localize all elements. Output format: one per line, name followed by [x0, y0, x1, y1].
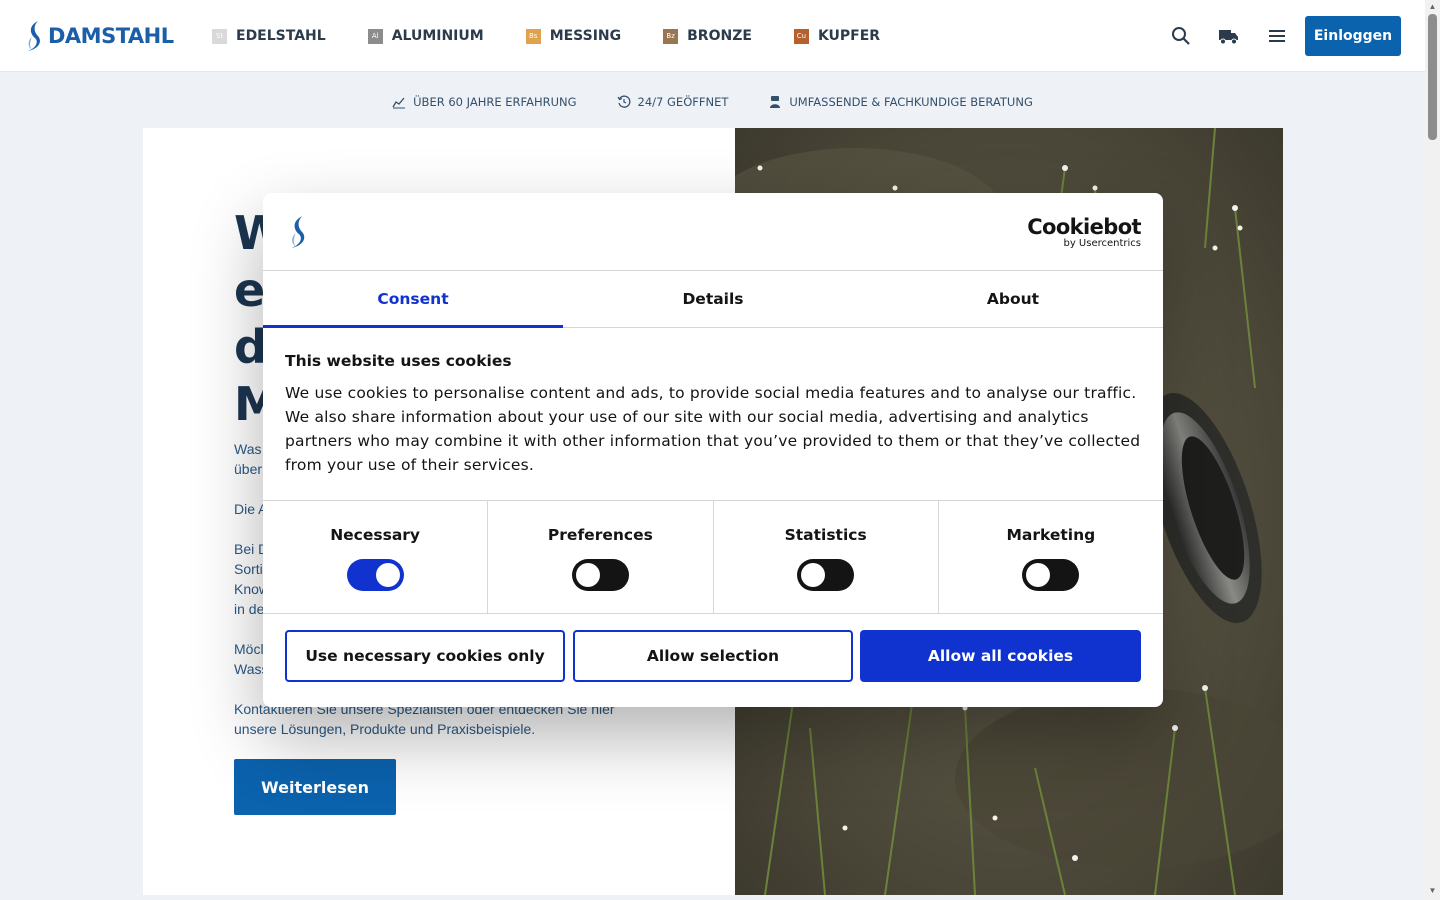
page-scrollbar[interactable]: ▲ ▼	[1425, 0, 1440, 900]
cookiebot-logo[interactable]: Cookiebot by Usercentrics	[1027, 215, 1141, 249]
scroll-thumb[interactable]	[1428, 14, 1437, 140]
nav-label: BRONZE	[687, 28, 752, 44]
read-more-button[interactable]: Weiterlesen	[234, 759, 396, 815]
clock-icon	[617, 95, 630, 108]
category-label: Preferences	[547, 526, 653, 544]
allow-selection-button[interactable]: Allow selection	[573, 630, 853, 682]
marketing-toggle[interactable]	[1022, 559, 1080, 591]
truck-icon[interactable]	[1217, 24, 1241, 48]
site-header: DAMSTAHL St EDELSTAHL Al ALUMINIUM Bs ME…	[0, 0, 1425, 72]
nav-item-aluminium[interactable]: Al ALUMINIUM	[367, 28, 484, 44]
usp-label: UMFASSENDE & FACHKUNDIGE BERATUNG	[789, 95, 1033, 109]
scroll-down-icon[interactable]: ▼	[1428, 886, 1437, 896]
cookie-tabs: Consent Details About	[263, 271, 1163, 328]
search-icon[interactable]	[1169, 24, 1193, 48]
category-necessary: Necessary	[263, 501, 489, 613]
usp-experience: ÜBER 60 JAHRE ERFAHRUNG	[392, 95, 577, 109]
category-label: Statistics	[784, 526, 867, 544]
usp-label: 24/7 GEÖFFNET	[637, 95, 729, 109]
necessary-only-button[interactable]: Use necessary cookies only	[285, 630, 565, 682]
bronze-badge-icon: Bz	[663, 28, 679, 44]
hero-paragraph: unsere Lösungen, Produkte und Praxisbeis…	[234, 721, 536, 737]
cookie-description: We use cookies to personalise content an…	[285, 384, 1141, 474]
category-marketing: Marketing	[939, 501, 1163, 613]
category-statistics: Statistics	[714, 501, 939, 613]
cookie-title: This website uses cookies	[285, 352, 512, 370]
necessary-toggle[interactable]	[346, 559, 404, 591]
allow-all-button[interactable]: Allow all cookies	[860, 630, 1141, 682]
brand-name: DAMSTAHL	[48, 24, 174, 48]
cookie-body: This website uses cookies We use cookies…	[263, 328, 1163, 501]
cookiebot-name: Cookiebot	[1027, 215, 1141, 239]
kupfer-badge-icon: Cu	[793, 28, 809, 44]
cookie-header: Cookiebot by Usercentrics	[263, 193, 1163, 271]
statistics-toggle[interactable]	[797, 559, 855, 591]
preferences-toggle[interactable]	[571, 559, 629, 591]
messing-badge-icon: Bs	[525, 28, 541, 44]
nav-label: MESSING	[549, 28, 622, 44]
usp-open: 24/7 GEÖFFNET	[617, 95, 729, 109]
toggle-knob	[1026, 563, 1051, 587]
cookiebot-sub: by Usercentrics	[1063, 238, 1141, 249]
edelstahl-badge-icon: St	[212, 28, 227, 44]
usp-bar: ÜBER 60 JAHRE ERFAHRUNG 24/7 GEÖFFNET UM…	[0, 95, 1425, 109]
scroll-up-icon[interactable]: ▲	[1428, 2, 1437, 12]
login-button[interactable]: Einloggen	[1305, 16, 1401, 56]
header-actions	[1169, 24, 1313, 48]
toggle-knob	[801, 563, 826, 587]
brand-logo[interactable]: DAMSTAHL	[24, 20, 174, 52]
usp-advice: UMFASSENDE & FACHKUNDIGE BERATUNG	[768, 95, 1033, 109]
main-nav: St EDELSTAHL Al ALUMINIUM Bs MESSING Bz …	[212, 0, 922, 72]
cookie-consent-dialog: Cookiebot by Usercentrics Consent Detail…	[263, 193, 1163, 707]
toggle-knob	[375, 563, 400, 587]
usp-label: ÜBER 60 JAHRE ERFAHRUNG	[413, 95, 577, 109]
aluminium-badge-icon: Al	[367, 28, 383, 44]
chart-icon	[392, 97, 406, 109]
tab-details[interactable]: Details	[563, 271, 863, 327]
cookie-buttons: Use necessary cookies only Allow selecti…	[263, 614, 1163, 682]
nav-item-bronze[interactable]: Bz BRONZE	[663, 28, 752, 44]
advisor-icon	[770, 96, 781, 108]
cookie-categories: Necessary Preferences Statistics Marketi…	[263, 501, 1163, 614]
nav-item-messing[interactable]: Bs MESSING	[525, 28, 622, 44]
nav-label: EDELSTAHL	[236, 28, 326, 44]
menu-icon[interactable]	[1265, 24, 1289, 48]
nav-label: ALUMINIUM	[391, 28, 484, 44]
nav-item-kupfer[interactable]: Cu KUPFER	[793, 28, 881, 44]
logo-icon	[28, 21, 40, 51]
nav-label: KUPFER	[817, 28, 881, 44]
tab-about[interactable]: About	[863, 271, 1163, 327]
category-label: Marketing	[1006, 526, 1096, 544]
toggle-knob	[575, 563, 600, 587]
tab-consent[interactable]: Consent	[263, 271, 563, 328]
site-logo-icon	[291, 216, 305, 248]
category-preferences: Preferences	[488, 501, 714, 613]
nav-item-edelstahl[interactable]: St EDELSTAHL	[212, 28, 326, 44]
category-label: Necessary	[330, 526, 421, 544]
